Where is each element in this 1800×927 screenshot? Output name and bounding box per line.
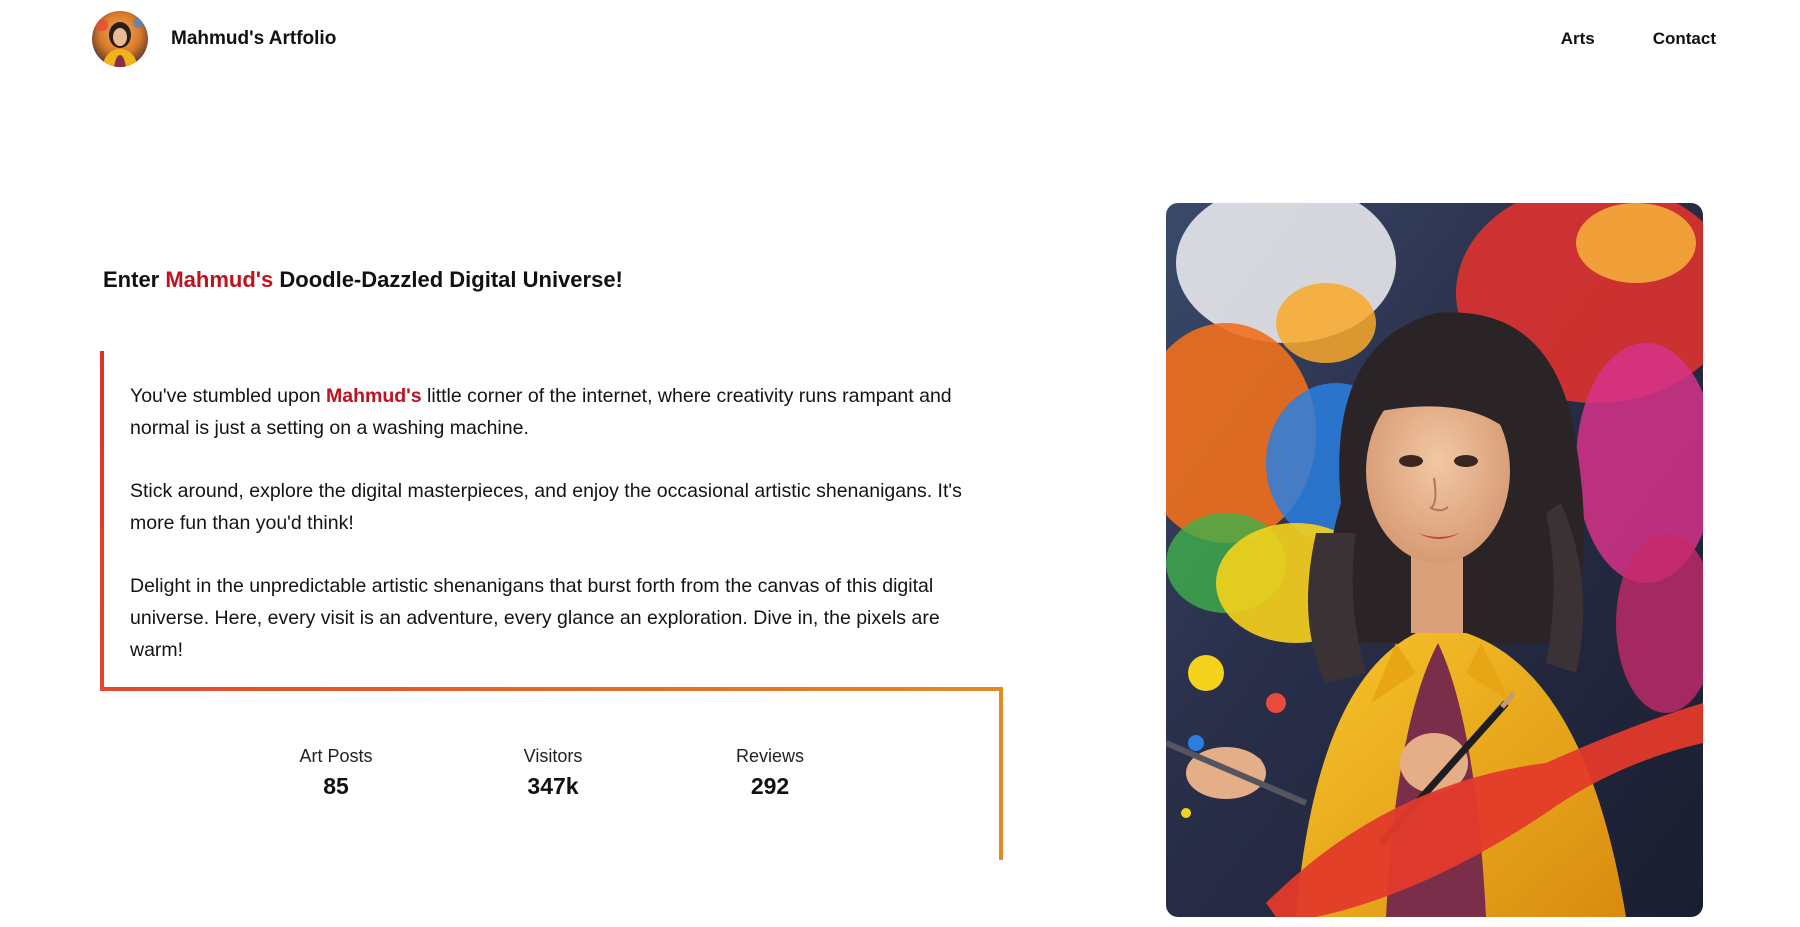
hero-tagline: Enter Mahmud's Doodle-Dazzled Digital Un… [103, 267, 623, 293]
stat-value: 347k [527, 773, 579, 799]
stat-label: Reviews [735, 746, 805, 766]
intro-paragraph-2: Stick around, explore the digital master… [130, 480, 962, 534]
tagline-name: Mahmud's [165, 267, 274, 292]
p1-name: Mahmud's [325, 385, 422, 407]
stat-label: Visitors [523, 746, 583, 766]
intro-paragraph-1: You've stumbled upon Mahmud's little cor… [130, 380, 970, 444]
stat-art-posts: Art Posts 85 [256, 746, 416, 800]
intro-paragraph-3: Delight in the unpredictable artistic sh… [130, 575, 940, 661]
tagline-middle: Doodle-Dazzled [273, 267, 450, 292]
hero-portrait-image [1166, 203, 1703, 917]
stat-reviews: Reviews 292 [690, 746, 850, 800]
p1-before: You've stumbled upon [130, 385, 326, 407]
stats-row: Art Posts 85 Visitors 347k Reviews 292 [0, 746, 1000, 806]
stat-value: 85 [323, 773, 349, 799]
brand[interactable]: Mahmud's Artfolio [92, 11, 336, 67]
bracket-line-left [100, 351, 104, 691]
avatar[interactable] [92, 11, 148, 67]
main-nav: Arts Contact [1561, 29, 1716, 49]
stat-visitors: Visitors 347k [473, 746, 633, 800]
brand-name[interactable]: Mahmud's Artfolio [171, 28, 336, 50]
nav-link-arts[interactable]: Arts [1561, 29, 1595, 49]
nav-link-contact[interactable]: Contact [1653, 29, 1716, 49]
tagline-prefix: Enter [103, 267, 166, 292]
tagline-suffix: Digital Universe! [449, 267, 623, 292]
stat-label: Art Posts [299, 746, 373, 766]
stat-value: 292 [750, 773, 790, 799]
site-header: Mahmud's Artfolio Arts Contact [0, 0, 1800, 80]
intro-text: You've stumbled upon Mahmud's little cor… [130, 380, 970, 697]
